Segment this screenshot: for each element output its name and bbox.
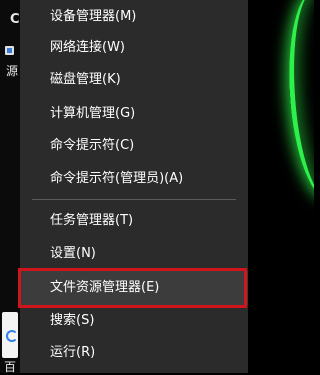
menu-item-disk-management[interactable]: 磁盘管理(K) xyxy=(20,63,248,97)
menu-item-label: 运行(R) xyxy=(50,345,96,360)
menu-item-settings[interactable]: 设置(N) xyxy=(20,237,248,271)
menu-separator xyxy=(32,199,236,200)
menu-item-label: 网络连接(W) xyxy=(50,40,125,55)
menu-item-network-connections[interactable]: 网络连接(W) xyxy=(20,31,248,65)
menu-item-task-manager[interactable]: 任务管理器(T) xyxy=(20,204,248,238)
menu-item-run[interactable]: 运行(R) xyxy=(20,336,248,370)
menu-item-command-prompt-admin[interactable]: 命令提示符(管理员)(A) xyxy=(20,162,248,196)
shortcut-icon[interactable] xyxy=(5,46,14,55)
menu-item-label: 命令提示符(管理员)(A) xyxy=(50,171,184,186)
quick-link-menu: 设备管理器(M) 网络连接(W) 磁盘管理(K) 计算机管理(G) 命令提示符(… xyxy=(20,0,249,373)
menu-item-command-prompt[interactable]: 命令提示符(C) xyxy=(20,129,248,163)
menu-item-label: 搜索(S) xyxy=(50,313,95,328)
wallpaper-area xyxy=(248,0,314,373)
menu-item-label: 计算机管理(G) xyxy=(50,106,136,121)
menu-item-computer-management[interactable]: 计算机管理(G) xyxy=(20,97,248,131)
highlight-frame xyxy=(18,268,247,308)
menu-item-label: 命令提示符(C) xyxy=(50,138,135,153)
menu-item-label: 任务管理器(T) xyxy=(50,213,134,228)
desktop-area: C 源 百 xyxy=(0,0,20,374)
menu-item-label: 设备管理器(M) xyxy=(50,9,137,24)
browser-icon[interactable] xyxy=(2,312,18,358)
menu-item-label: 设置(N) xyxy=(50,246,96,261)
menu-item-device-manager[interactable]: 设备管理器(M) xyxy=(20,0,248,34)
menu-item-search[interactable]: 搜索(S) xyxy=(20,304,248,338)
green-glow-decoration xyxy=(282,0,314,203)
menu-item-label: 磁盘管理(K) xyxy=(50,72,121,87)
